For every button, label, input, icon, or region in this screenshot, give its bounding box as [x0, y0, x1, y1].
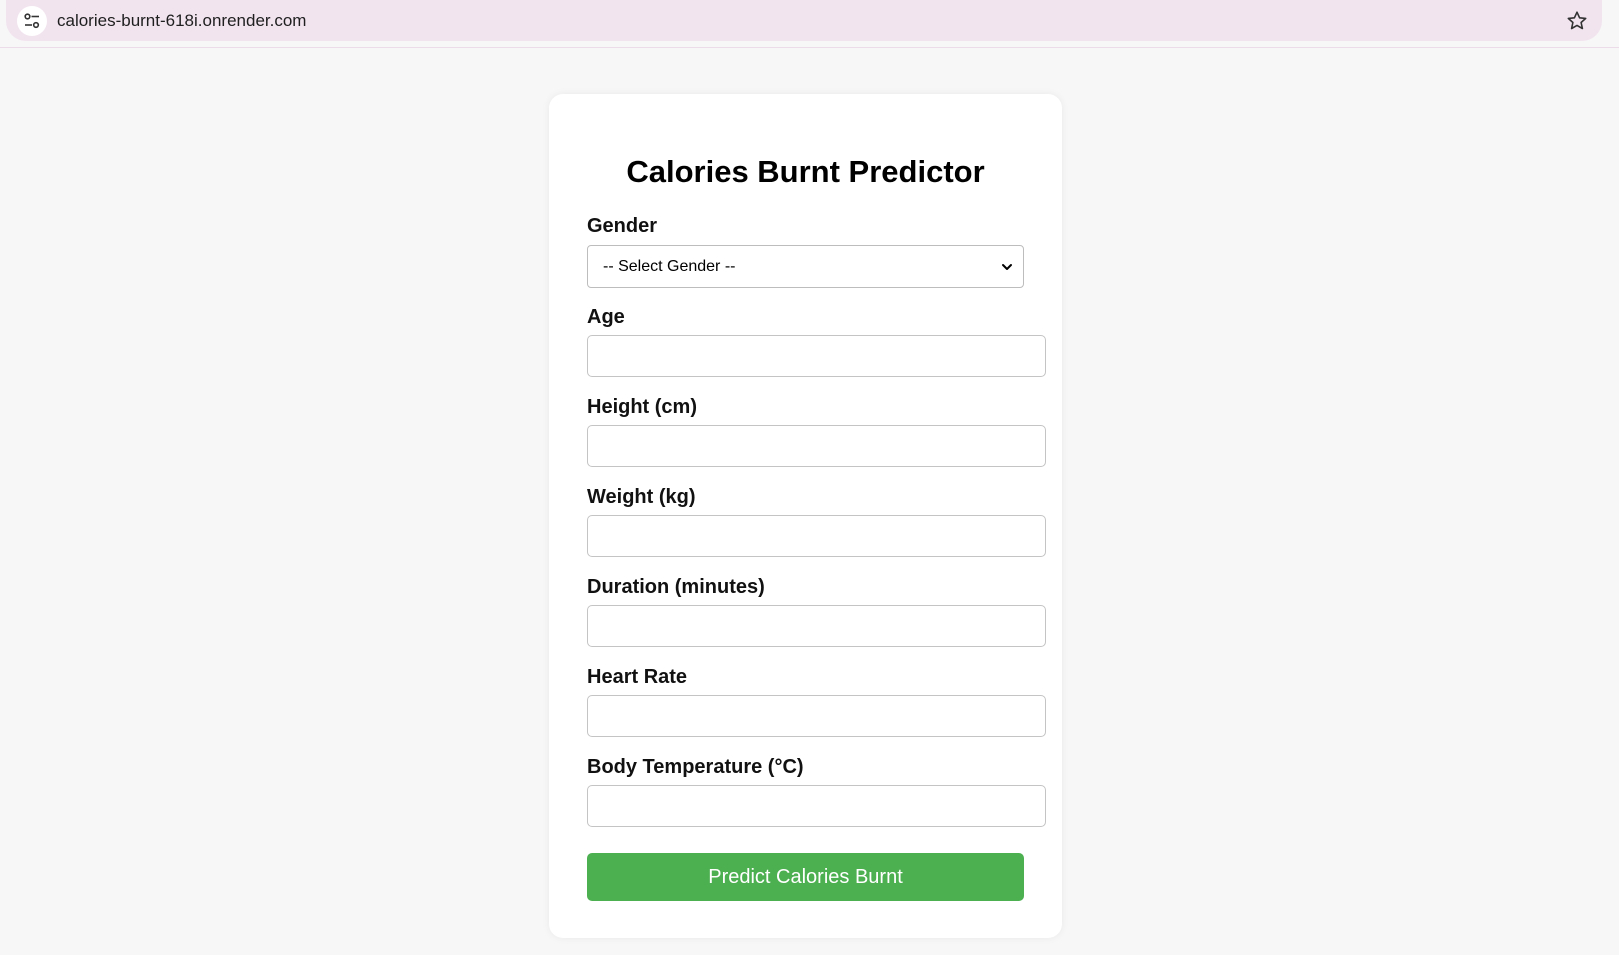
weight-input[interactable] [587, 515, 1046, 557]
browser-toolbar: calories-burnt-618i.onrender.com [0, 0, 1619, 48]
site-info-button[interactable] [17, 6, 47, 36]
weight-label: Weight (kg) [587, 486, 696, 508]
height-label: Height (cm) [587, 396, 697, 418]
age-label: Age [587, 306, 625, 328]
body-temperature-input[interactable] [587, 785, 1046, 827]
duration-input[interactable] [587, 605, 1046, 647]
gender-label: Gender [587, 215, 658, 237]
url-text[interactable]: calories-burnt-618i.onrender.com [57, 11, 306, 31]
address-bar[interactable]: calories-burnt-618i.onrender.com [6, 0, 1602, 41]
heart-rate-label: Heart Rate [587, 666, 688, 688]
gender-select-value: -- Select Gender -- [603, 258, 736, 275]
duration-label: Duration (minutes) [587, 576, 765, 598]
page-title: Calories Burnt Predictor [626, 154, 985, 189]
height-input[interactable] [587, 425, 1046, 467]
body-temperature-label: Body Temperature (°C) [587, 756, 804, 778]
gender-select[interactable]: -- Select Gender -- [587, 245, 1024, 288]
age-input[interactable] [587, 335, 1046, 377]
star-icon[interactable] [1565, 9, 1589, 33]
predictor-card: Calories Burnt Predictor Gender -- Selec… [549, 94, 1062, 938]
predict-button[interactable]: Predict Calories Burnt [587, 853, 1024, 901]
heart-rate-input[interactable] [587, 695, 1046, 737]
